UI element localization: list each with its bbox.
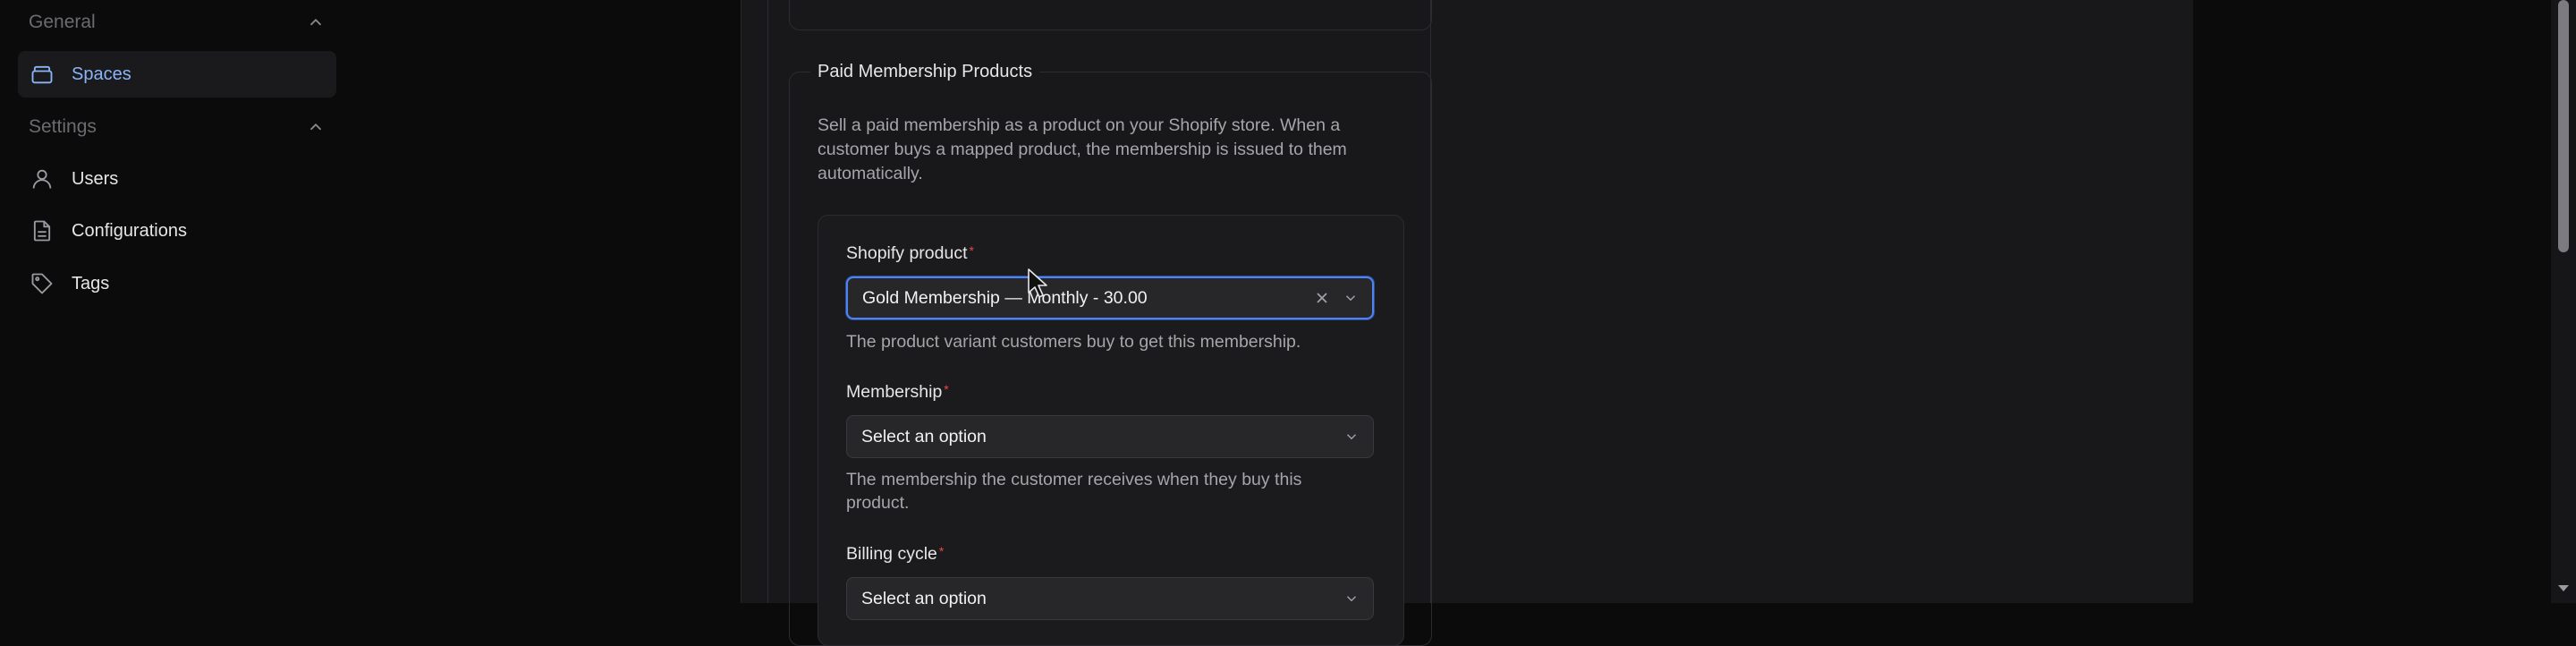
sidebar-item-label: Tags <box>72 273 110 293</box>
required-mark: * <box>969 243 974 258</box>
layers-icon <box>29 61 55 88</box>
sidebar-item-tags[interactable]: Tags <box>18 260 336 307</box>
sidebar: General Spaces Settings Users Configurat… <box>0 0 351 603</box>
sidebar-item-spaces[interactable]: Spaces <box>18 51 336 98</box>
scroll-down-arrow-icon[interactable] <box>2557 582 2570 594</box>
billing-cycle-label: Billing cycle * <box>846 544 944 565</box>
membership-label: Membership * <box>846 382 949 403</box>
label-text: Membership <box>846 382 943 402</box>
user-icon <box>29 166 55 192</box>
sidebar-group-general[interactable]: General <box>29 6 326 38</box>
sidebar-group-label: Settings <box>29 116 97 137</box>
sidebar-item-users[interactable]: Users <box>18 156 336 202</box>
page-scrollbar[interactable] <box>2551 0 2576 603</box>
tag-icon <box>29 270 55 297</box>
shopify-product-help: The product variant customers buy to get… <box>846 332 1301 352</box>
required-mark: * <box>938 544 945 558</box>
label-text: Shopify product <box>846 243 968 263</box>
sidebar-group-settings[interactable]: Settings <box>29 111 326 143</box>
shopify-product-label: Shopify product * <box>846 243 974 264</box>
previous-section-card <box>789 0 1432 30</box>
sidebar-group-label: General <box>29 12 96 32</box>
sidebar-item-label: Users <box>72 168 119 189</box>
scrollbar-thumb[interactable] <box>2558 0 2569 252</box>
section-title: Paid Membership Products <box>810 59 1040 84</box>
chevron-down-icon[interactable] <box>1343 590 1360 608</box>
membership-help: The membership the customer receives whe… <box>846 470 1302 513</box>
chevron-up-icon[interactable] <box>306 117 326 137</box>
select-placeholder: Select an option <box>861 588 987 608</box>
shopify-product-select[interactable]: Gold Membership — Monthly - 30.00 <box>846 276 1374 319</box>
chevron-down-icon[interactable] <box>1343 428 1360 446</box>
file-icon <box>29 217 55 244</box>
select-placeholder: Select an option <box>861 426 987 446</box>
sidebar-item-label: Configurations <box>72 220 187 241</box>
sidebar-item-configurations[interactable]: Configurations <box>18 208 336 254</box>
required-mark: * <box>944 382 949 396</box>
clear-icon[interactable] <box>1313 289 1331 307</box>
billing-cycle-select[interactable]: Select an option <box>846 577 1374 620</box>
section-description: Sell a paid membership as a product on y… <box>818 115 1347 183</box>
chevron-down-icon[interactable] <box>1342 289 1360 307</box>
chevron-up-icon[interactable] <box>306 13 326 32</box>
select-value: Gold Membership — Monthly - 30.00 <box>862 287 1148 308</box>
membership-select[interactable]: Select an option <box>846 415 1374 458</box>
label-text: Billing cycle <box>846 544 937 564</box>
sidebar-item-label: Spaces <box>72 64 131 84</box>
mouse-cursor-icon <box>1028 268 1047 298</box>
